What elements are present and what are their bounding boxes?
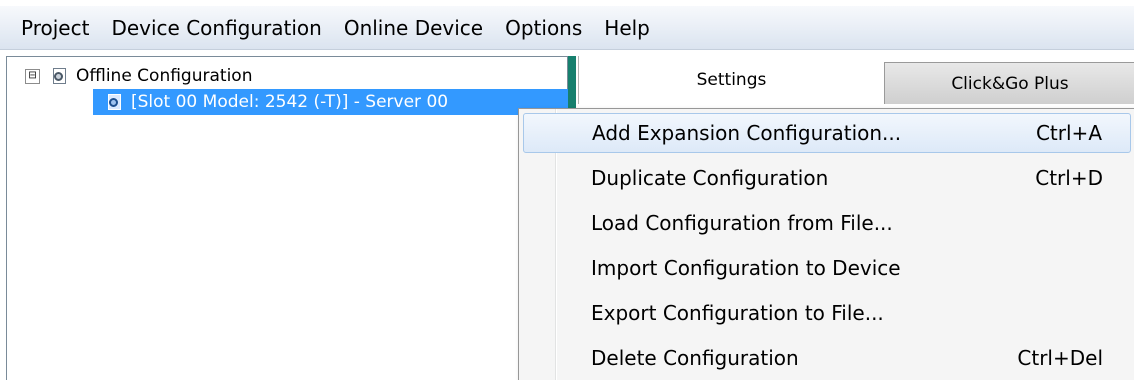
menu-item-export-to-file[interactable]: Export Configuration to File... (523, 293, 1131, 333)
tree-node-label: [Slot 00 Model: 2542 (-T)] - Server 00 (131, 92, 449, 112)
menu-item-label: Load Configuration from File... (591, 211, 893, 235)
tree-node-label: Offline Configuration (76, 66, 253, 86)
menu-item-shortcut: Ctrl+A (1035, 121, 1102, 145)
menu-item-shortcut: Ctrl+Del (1017, 346, 1103, 370)
menu-device-configuration[interactable]: Device Configuration (104, 10, 328, 46)
tab-settings[interactable]: Settings (578, 56, 884, 104)
menu-options[interactable]: Options (498, 10, 589, 46)
tree-node-slot-00[interactable]: [Slot 00 Model: 2542 (-T)] - Server 00 (93, 89, 569, 115)
menu-item-delete[interactable]: Delete Configuration Ctrl+Del (523, 338, 1131, 378)
collapse-icon[interactable]: ⊟ (25, 68, 40, 84)
context-menu: Add Expansion Configuration... Ctrl+A Du… (518, 108, 1134, 380)
menu-item-label: Delete Configuration (591, 346, 799, 370)
menu-item-duplicate[interactable]: Duplicate Configuration Ctrl+D (523, 158, 1131, 198)
tab-click-go-plus[interactable]: Click&Go Plus (884, 62, 1134, 104)
menu-help[interactable]: Help (597, 10, 657, 46)
menu-item-label: Export Configuration to File... (591, 301, 884, 325)
config-icon (50, 67, 68, 85)
menu-item-import-to-device[interactable]: Import Configuration to Device (523, 248, 1131, 288)
config-icon (105, 93, 123, 111)
menu-item-load-from-file[interactable]: Load Configuration from File... (523, 203, 1131, 243)
menu-project[interactable]: Project (14, 10, 96, 46)
tree-node-offline-configuration[interactable]: ⊟ Offline Configuration (25, 63, 252, 89)
menu-item-label: Duplicate Configuration (591, 166, 829, 190)
menu-online-device[interactable]: Online Device (337, 10, 490, 46)
configuration-tree[interactable]: ⊟ Offline Configuration [Slot 00 Model: … (6, 56, 569, 380)
menu-item-add-expansion[interactable]: Add Expansion Configuration... Ctrl+A (523, 113, 1131, 153)
menu-bar: Project Device Configuration Online Devi… (0, 0, 1134, 50)
menu-item-label: Add Expansion Configuration... (592, 121, 902, 145)
menu-item-label: Import Configuration to Device (591, 256, 901, 280)
menu-item-shortcut: Ctrl+D (1035, 166, 1103, 190)
